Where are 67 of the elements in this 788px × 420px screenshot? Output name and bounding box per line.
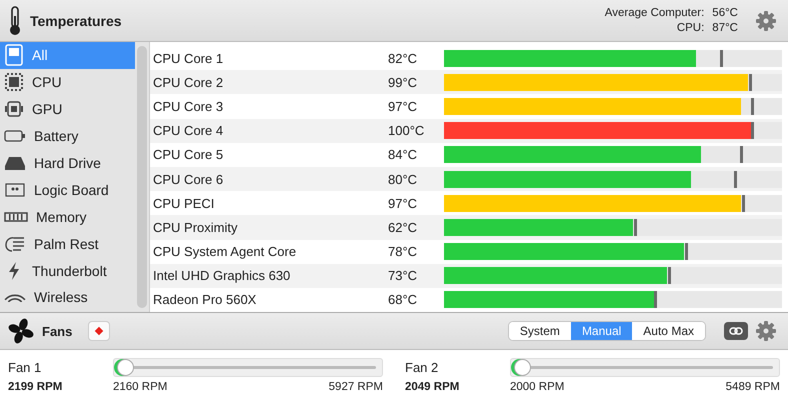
window-title: Temperatures: [30, 12, 123, 28]
summary-label: CPU:: [676, 20, 704, 36]
computer-icon: [4, 44, 24, 66]
max-speed: 5927 RPM: [328, 381, 383, 393]
sidebar-item[interactable]: Hard Drive: [0, 150, 135, 176]
thermometer-icon: [8, 6, 22, 36]
sensor-value: 82°C: [388, 50, 418, 66]
circuit-board-icon: [4, 182, 26, 198]
record-button[interactable]: [88, 321, 110, 341]
sidebar-item[interactable]: Wireless: [0, 284, 135, 311]
sensor-value: 84°C: [388, 147, 418, 162]
fan-name: Fan 1: [8, 360, 42, 375]
sensor-value: 62°C: [388, 220, 418, 235]
sidebar-item[interactable]: Battery: [0, 122, 135, 150]
fans-title: Fans: [42, 324, 72, 338]
sidebar-item[interactable]: GPU: [0, 96, 135, 123]
sensor-value: 99°C: [388, 74, 418, 90]
memory-icon: [4, 210, 28, 223]
hand-icon: [4, 234, 26, 253]
sensor-value: 97°C: [388, 98, 418, 114]
summary-value: 56°C: [712, 6, 738, 20]
settings-icon[interactable]: [756, 10, 776, 30]
fan-slider[interactable]: [113, 358, 383, 377]
sensor-value: 73°C: [388, 268, 418, 284]
scrollbar[interactable]: [137, 46, 147, 308]
sensor-value: 80°C: [388, 172, 418, 187]
fan-slider[interactable]: [510, 358, 780, 377]
slider-thumb[interactable]: [514, 359, 531, 376]
sidebar-item[interactable]: CPU: [0, 68, 135, 96]
sidebar-item[interactable]: Logic Board: [0, 176, 135, 204]
sensor-name: CPU Core 6: [152, 172, 224, 187]
fan-speed: 2199 RPM: [8, 381, 64, 393]
fan-icon: [8, 318, 34, 344]
wifi-icon: [4, 292, 26, 302]
link-icon: [729, 327, 743, 335]
slider-thumb[interactable]: [117, 359, 134, 376]
sidebar-item[interactable]: Memory: [0, 203, 135, 230]
sensor-value: 100°C: [388, 123, 426, 138]
settings-icon[interactable]: [756, 321, 776, 341]
sensor-name: CPU Core 4: [152, 123, 224, 138]
max-speed: 5489 RPM: [726, 381, 780, 393]
chip-icon: [4, 99, 24, 120]
sensor-name: CPU Core 2: [152, 74, 224, 90]
sensor-value: 78°C: [388, 244, 418, 260]
hard-drive-icon: [4, 155, 26, 171]
sensor-name: CPU Core 5: [152, 147, 224, 162]
diamond-icon: [94, 326, 104, 336]
sensor-name: CPU Core 3: [152, 98, 224, 114]
sidebar-item[interactable]: Thunderbolt: [0, 257, 135, 284]
sensor-name: CPU Proximity: [152, 220, 239, 235]
sensor-name: CPU Core 1: [152, 50, 224, 66]
chip-icon: [4, 72, 24, 92]
battery-icon: [4, 129, 26, 144]
summary-label: Average Computer:: [604, 6, 704, 20]
sensor-name: CPU System Agent Core: [152, 244, 298, 260]
min-speed: 2000 RPM: [510, 381, 564, 393]
link-button[interactable]: [724, 322, 748, 340]
sidebar-item[interactable]: Palm Rest: [0, 230, 135, 258]
fan-speed: 2049 RPM: [405, 381, 460, 393]
sensor-name: Intel UHD Graphics 630: [152, 268, 292, 284]
sensor-value: 97°C: [388, 196, 418, 211]
sensor-name: Radeon Pro 560X: [152, 292, 258, 308]
sensor-name: CPU PECI: [152, 196, 216, 211]
min-speed: 2160 RPM: [113, 381, 168, 393]
summary-value: 87°C: [712, 20, 738, 36]
fan-name: Fan 2: [405, 360, 440, 375]
sensor-value: 68°C: [388, 292, 418, 308]
